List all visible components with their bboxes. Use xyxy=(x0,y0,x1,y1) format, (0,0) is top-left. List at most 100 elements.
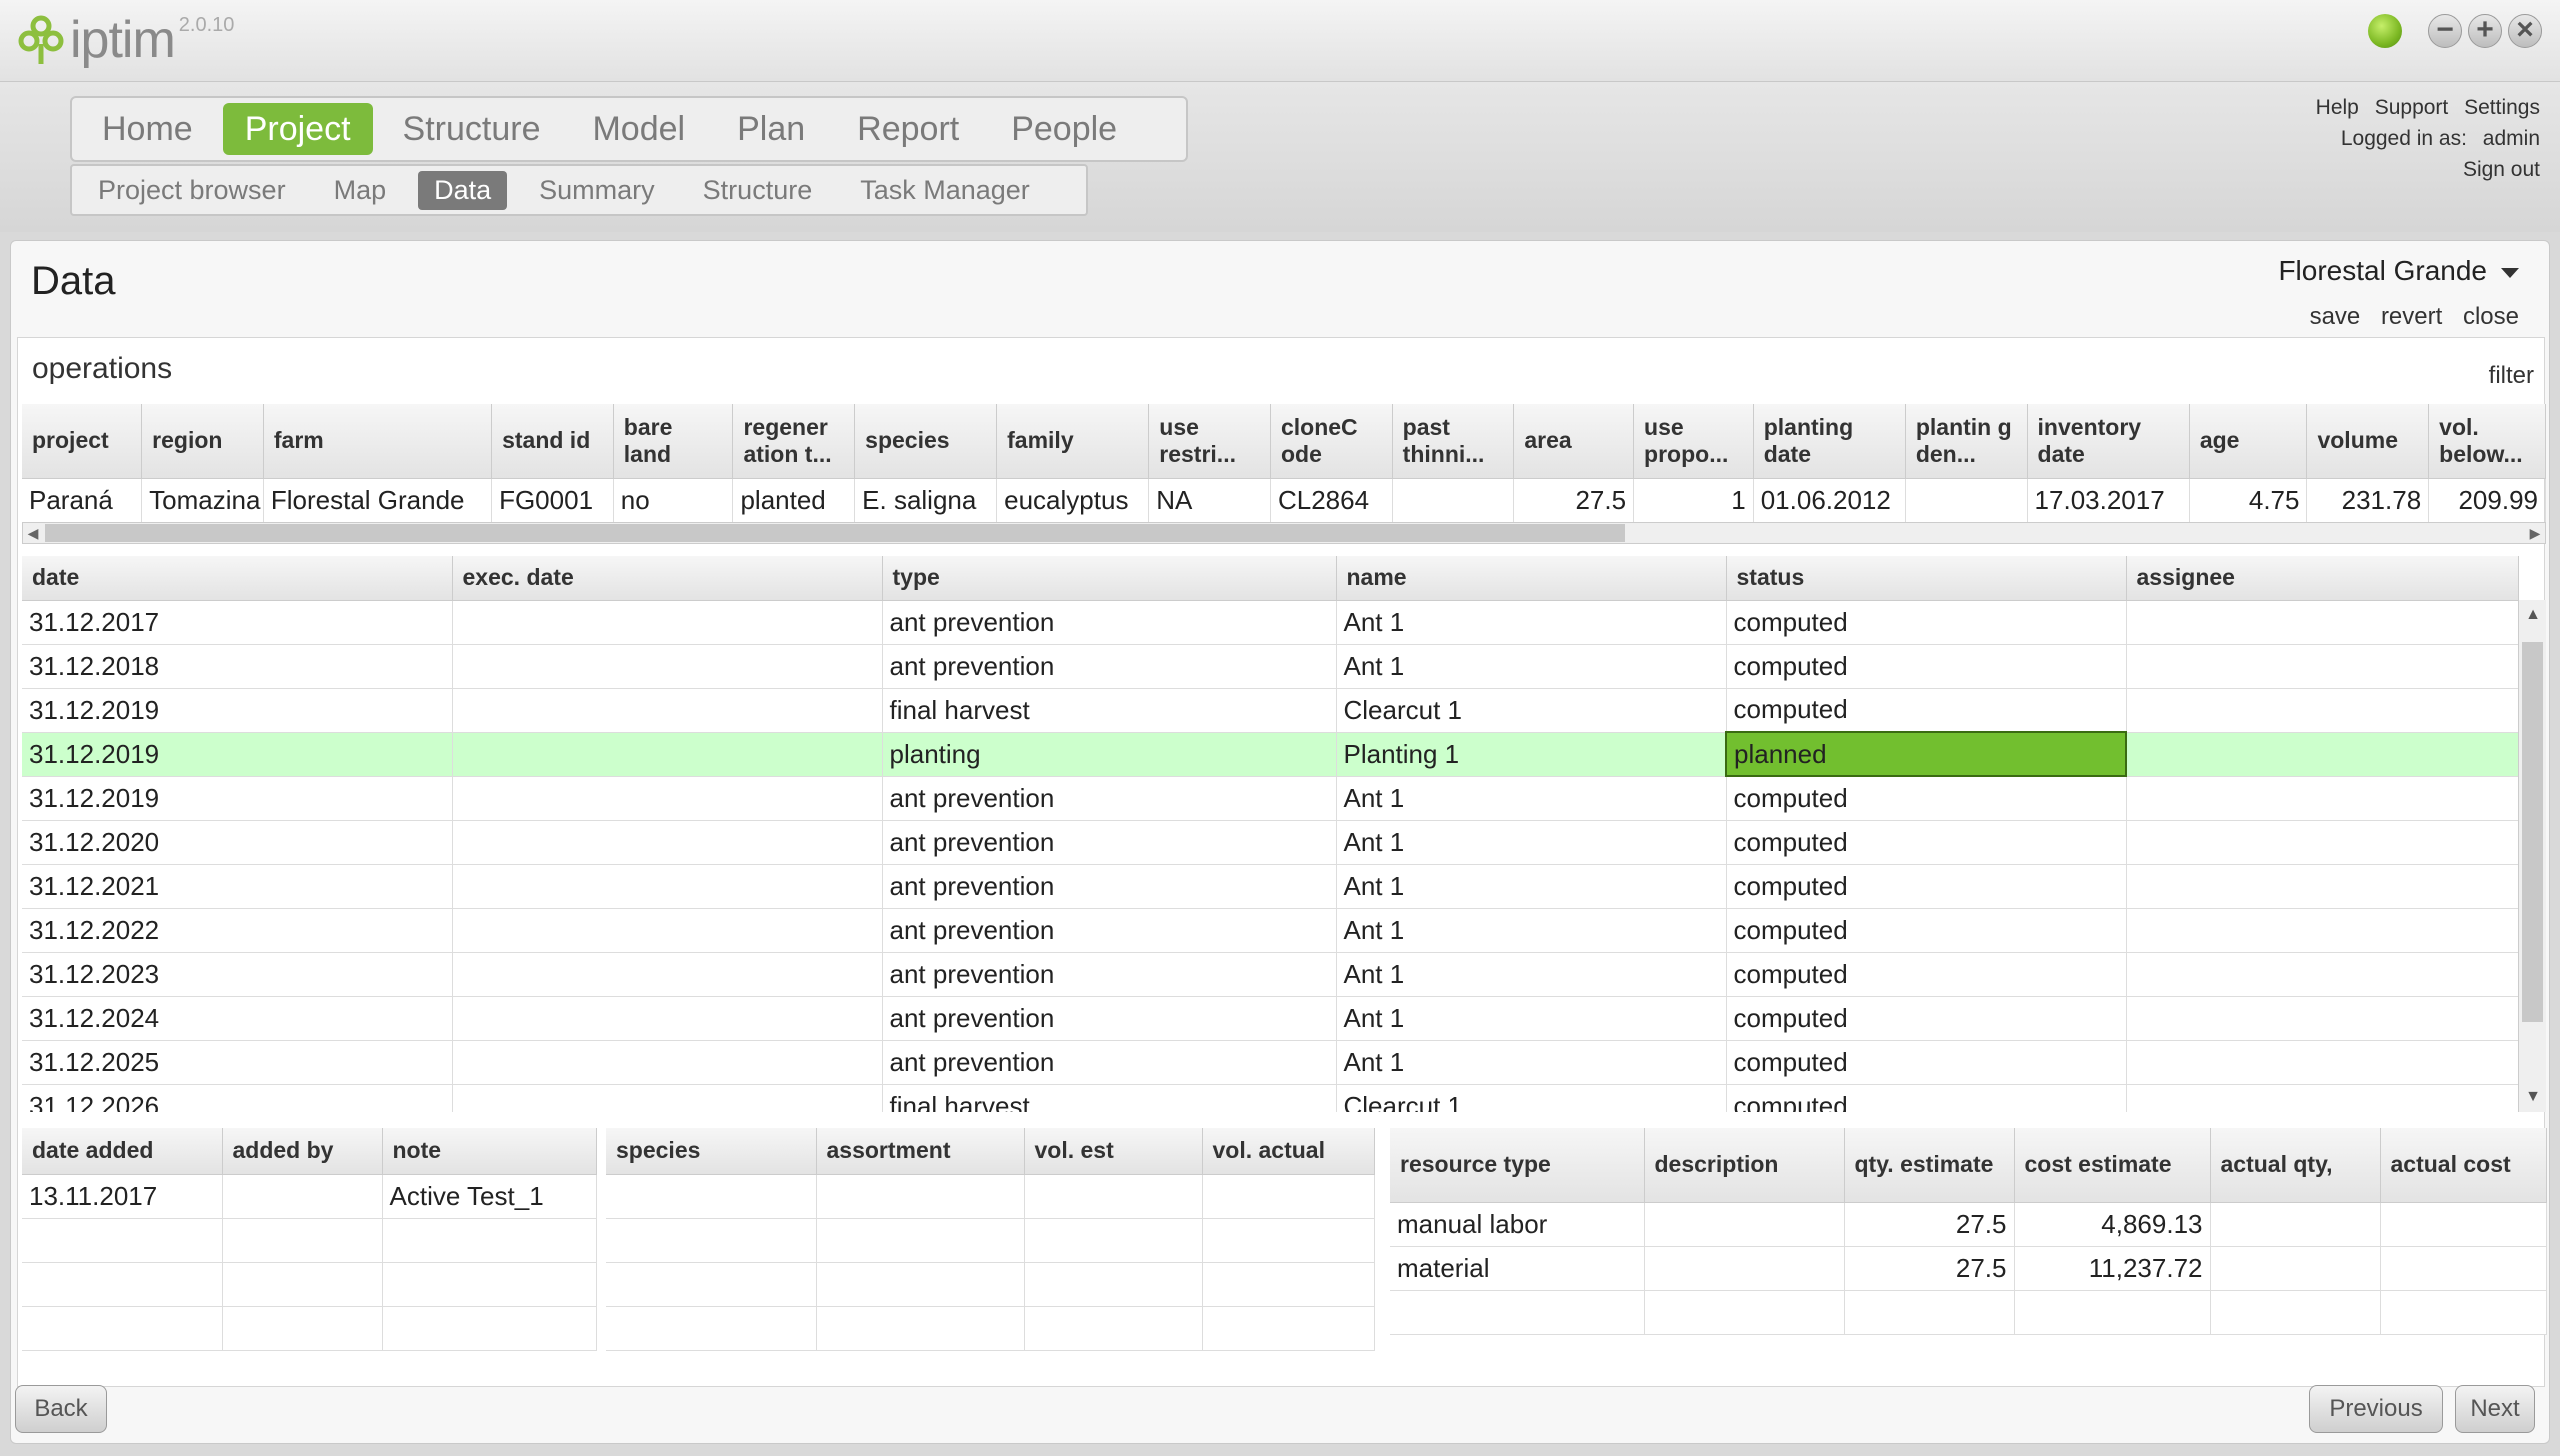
column-header[interactable]: vol. actual xyxy=(1202,1128,1375,1175)
nav-plan[interactable]: Plan xyxy=(715,103,827,155)
column-header[interactable]: status xyxy=(1726,556,2127,601)
column-header[interactable]: date xyxy=(22,556,453,601)
column-header[interactable]: inventory date xyxy=(2027,404,2190,479)
table-row[interactable]: 31.12.2021 ant prevention Ant 1 computed xyxy=(22,864,2519,909)
column-header[interactable]: cost estimate xyxy=(2014,1128,2211,1203)
nav-structure[interactable]: Structure xyxy=(381,103,563,155)
table-row[interactable]: 31.12.2018 ant prevention Ant 1 computed xyxy=(22,644,2519,689)
table-row[interactable] xyxy=(22,1218,597,1263)
vertical-scrollbar[interactable]: ▲ ▼ xyxy=(2518,600,2546,1112)
nav-report[interactable]: Report xyxy=(835,103,981,155)
table-row[interactable]: 31.12.2026 final harvest Clearcut 1 compute… xyxy=(22,1084,2519,1112)
table-row[interactable]: 13.11.2017 Active Test_1 xyxy=(22,1174,597,1219)
table-row[interactable] xyxy=(606,1262,1375,1307)
column-header[interactable]: past thinni... xyxy=(1392,404,1515,479)
filter-link[interactable]: filter xyxy=(2489,362,2534,390)
table-row[interactable] xyxy=(606,1218,1375,1263)
table-row[interactable]: 31.12.2019 ant prevention Ant 1 computed xyxy=(22,776,2519,821)
scrollbar-thumb[interactable] xyxy=(45,524,1625,542)
table-row[interactable] xyxy=(606,1174,1375,1219)
scroll-left-icon[interactable]: ◀ xyxy=(23,524,43,542)
column-header[interactable]: stand id xyxy=(491,404,614,479)
minimize-button[interactable]: − xyxy=(2428,14,2462,48)
column-header[interactable]: note xyxy=(382,1128,597,1175)
next-button[interactable]: Next xyxy=(2455,1385,2535,1433)
scroll-down-icon[interactable]: ▼ xyxy=(2519,1088,2546,1106)
column-header[interactable]: date added xyxy=(22,1128,223,1175)
table-row[interactable]: Paraná Tomazina Florestal Grande FG0001 no pl… xyxy=(22,478,2546,523)
subnav-structure[interactable]: Structure xyxy=(687,171,829,210)
subnav-project-browser[interactable]: Project browser xyxy=(82,171,302,210)
close-window-button[interactable]: × xyxy=(2508,14,2542,48)
maximize-button[interactable]: + xyxy=(2468,14,2502,48)
column-header[interactable]: region xyxy=(141,404,264,479)
revert-link[interactable]: revert xyxy=(2381,303,2442,330)
subnav-map[interactable]: Map xyxy=(318,171,403,210)
save-link[interactable]: save xyxy=(2310,303,2361,330)
column-header[interactable]: qty. estimate xyxy=(1844,1128,2015,1203)
column-header[interactable]: vol. below... xyxy=(2428,404,2546,479)
column-header[interactable]: family xyxy=(996,404,1150,479)
previous-button[interactable]: Previous xyxy=(2309,1385,2443,1433)
table-row[interactable]: 31.12.2017 ant prevention Ant 1 computed xyxy=(22,600,2519,645)
close-link[interactable]: close xyxy=(2463,303,2519,330)
column-header[interactable]: description xyxy=(1644,1128,1845,1203)
table-row[interactable] xyxy=(22,1262,597,1307)
back-button[interactable]: Back xyxy=(15,1385,107,1433)
nav-model[interactable]: Model xyxy=(570,103,707,155)
table-cell: E. saligna xyxy=(854,478,998,523)
subnav-task-manager[interactable]: Task Manager xyxy=(844,171,1046,210)
column-header[interactable]: bare land xyxy=(613,404,734,479)
table-row[interactable]: 31.12.2025 ant prevention Ant 1 computed xyxy=(22,1040,2519,1085)
column-header[interactable]: farm xyxy=(263,404,493,479)
horizontal-scrollbar[interactable]: ◀ ▶ xyxy=(22,522,2546,544)
column-header[interactable]: name xyxy=(1336,556,1727,601)
table-row[interactable]: 31.12.2023 ant prevention Ant 1 computed xyxy=(22,952,2519,997)
table-row[interactable]: 31.12.2019 final harvest Clearcut 1 compute… xyxy=(22,688,2519,733)
column-header[interactable]: project xyxy=(22,404,143,479)
table-row[interactable]: 31.12.2022 ant prevention Ant 1 computed xyxy=(22,908,2519,953)
column-header[interactable]: age xyxy=(2189,404,2308,479)
sign-out-link[interactable]: Sign out xyxy=(2463,158,2540,181)
scrollbar-thumb[interactable] xyxy=(2522,642,2543,1022)
support-link[interactable]: Support xyxy=(2375,96,2449,119)
column-header[interactable]: resource type xyxy=(1390,1128,1645,1203)
table-row[interactable] xyxy=(1390,1290,2547,1335)
column-header[interactable]: added by xyxy=(222,1128,383,1175)
table-row[interactable] xyxy=(22,1306,597,1351)
column-header[interactable]: vol. est xyxy=(1024,1128,1203,1175)
column-header[interactable]: area xyxy=(1513,404,1635,479)
table-row[interactable]: 31.12.2024 ant prevention Ant 1 computed xyxy=(22,996,2519,1041)
table-row[interactable]: material 27.5 11,237.72 xyxy=(1390,1246,2547,1291)
column-header[interactable]: assortment xyxy=(816,1128,1025,1175)
subnav-data[interactable]: Data xyxy=(418,170,508,210)
column-header[interactable]: regener ation t... xyxy=(732,404,856,479)
nav-project[interactable]: Project xyxy=(222,103,373,155)
column-header[interactable]: actual qty, xyxy=(2210,1128,2381,1203)
column-header[interactable]: species xyxy=(606,1128,817,1175)
column-header[interactable]: use propo... xyxy=(1633,404,1754,479)
table-row[interactable]: 31.12.2020 ant prevention Ant 1 computed xyxy=(22,820,2519,865)
column-header[interactable]: planting date xyxy=(1753,404,1906,479)
table-row[interactable]: 31.12.2019 planting Planting 1 planned xyxy=(22,731,2519,777)
nav-people[interactable]: People xyxy=(989,103,1139,155)
nav-home[interactable]: Home xyxy=(80,103,215,155)
column-header[interactable]: assignee xyxy=(2126,556,2519,601)
scroll-up-icon[interactable]: ▲ xyxy=(2519,606,2546,624)
column-header[interactable]: use restri... xyxy=(1148,404,1271,479)
project-dropdown[interactable]: Florestal Grande xyxy=(2278,255,2519,287)
table-cell xyxy=(452,864,883,909)
table-row[interactable]: manual labor 27.5 4,869.13 xyxy=(1390,1202,2547,1247)
column-header[interactable]: actual cost xyxy=(2380,1128,2547,1203)
scroll-right-icon[interactable]: ▶ xyxy=(2525,524,2545,542)
subnav-summary[interactable]: Summary xyxy=(523,171,671,210)
settings-link[interactable]: Settings xyxy=(2464,96,2540,119)
table-row[interactable] xyxy=(606,1306,1375,1351)
column-header[interactable]: plantin g den... xyxy=(1905,404,2028,479)
column-header[interactable]: volume xyxy=(2306,404,2430,479)
column-header[interactable]: type xyxy=(882,556,1337,601)
column-header[interactable]: exec. date xyxy=(452,556,883,601)
column-header[interactable]: species xyxy=(854,404,998,479)
help-link[interactable]: Help xyxy=(2316,96,2359,119)
column-header[interactable]: cloneC ode xyxy=(1270,404,1393,479)
